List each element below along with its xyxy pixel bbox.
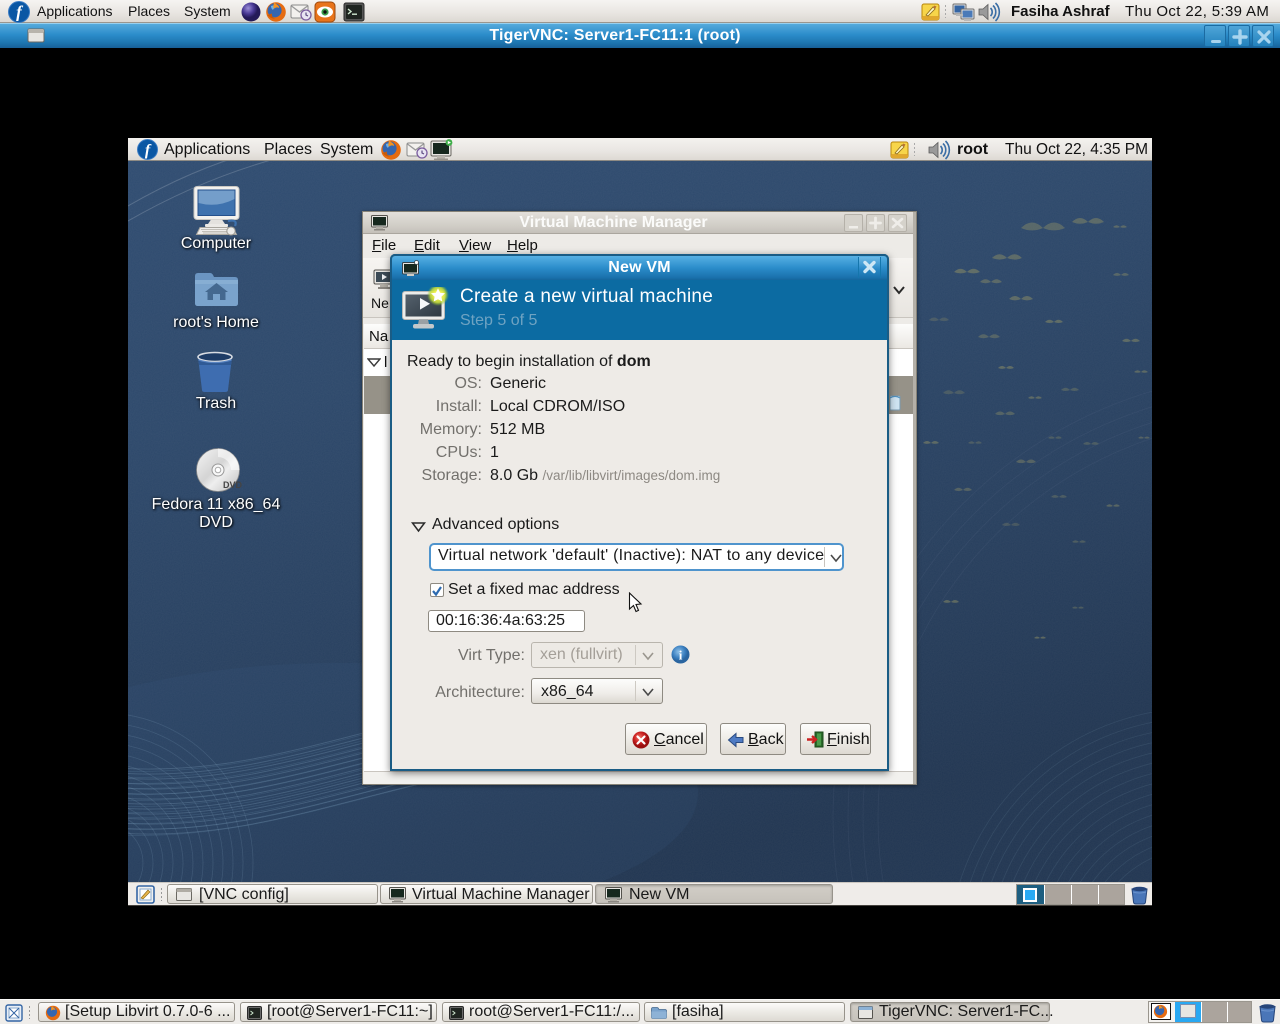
- svg-text:DVD: DVD: [223, 480, 243, 490]
- svg-text:i: i: [679, 648, 683, 663]
